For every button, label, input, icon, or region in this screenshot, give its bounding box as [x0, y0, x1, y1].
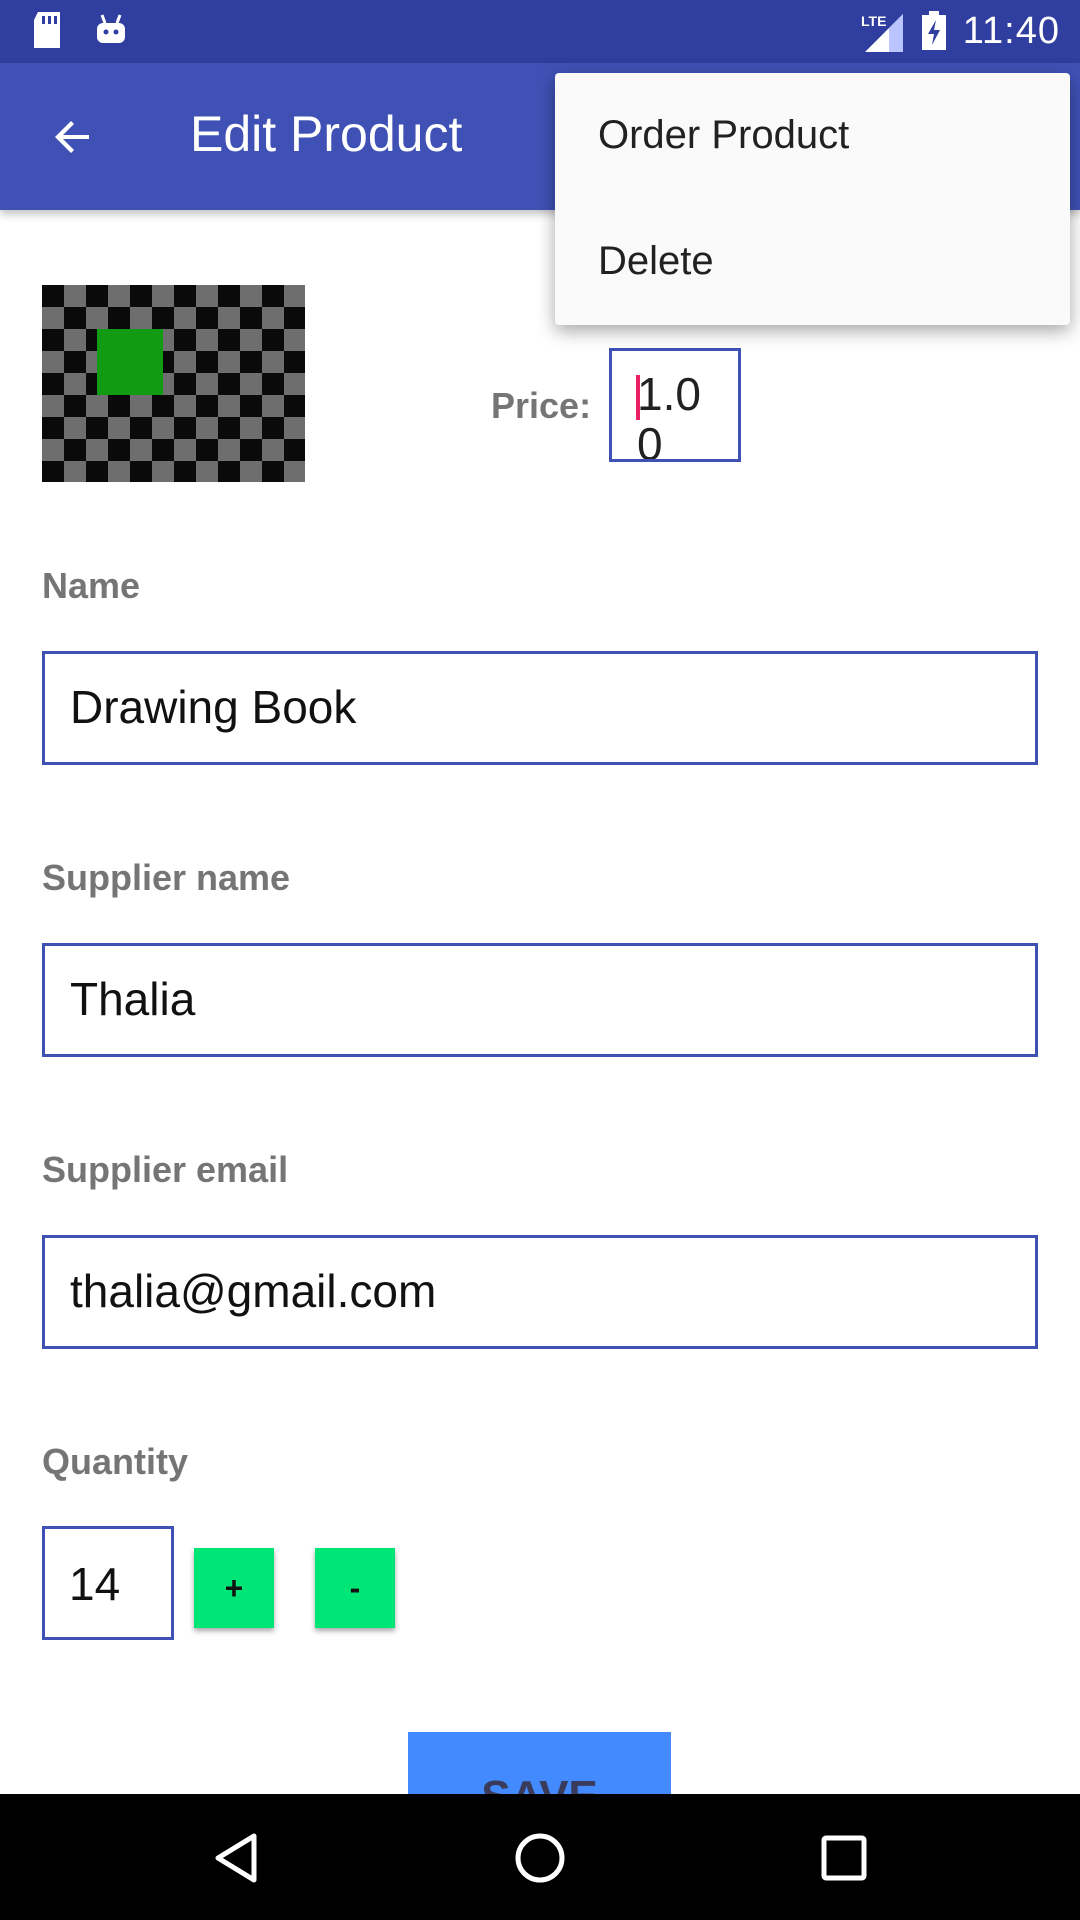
menu-item-label: Order Product [598, 113, 850, 157]
lte-signal-icon: LTE [859, 8, 905, 54]
navigation-bar [0, 1794, 1080, 1920]
price-value: 1.0 0 [637, 368, 701, 462]
name-input[interactable]: Drawing Book [42, 651, 1038, 765]
nav-home-button[interactable] [504, 1822, 576, 1894]
home-circle-icon [515, 1833, 565, 1883]
supplier-name-input[interactable]: Thalia [42, 943, 1038, 1057]
screen: LTE 11:40 Edit Product Price: 1.0 0 Name… [0, 0, 1080, 1920]
page-title: Edit Product [190, 106, 463, 162]
recents-square-icon [821, 1835, 867, 1881]
supplier-email-label: Supplier email [42, 1149, 289, 1190]
status-bar: LTE 11:40 [0, 0, 1080, 63]
price-label: Price: [491, 385, 592, 426]
nav-back-button[interactable] [200, 1822, 272, 1894]
menu-item-delete[interactable]: Delete [555, 199, 1070, 325]
sd-card-icon [30, 10, 64, 50]
lte-text: LTE [861, 13, 886, 29]
product-image[interactable] [42, 285, 305, 482]
text-cursor [636, 375, 640, 420]
increment-button[interactable]: + [194, 1548, 274, 1628]
quantity-label: Quantity [42, 1441, 189, 1482]
nav-recents-button[interactable] [808, 1822, 880, 1894]
back-triangle-icon [215, 1833, 257, 1883]
supplier-email-input[interactable]: thalia@gmail.com [42, 1235, 1038, 1349]
status-clock: 11:40 [962, 9, 1060, 52]
status-right-icons: LTE 11:40 [859, 8, 1060, 54]
quantity-input[interactable]: 14 [42, 1526, 174, 1640]
supplier-name-value: Thalia [70, 973, 196, 1025]
supplier-name-label: Supplier name [42, 857, 291, 898]
name-value: Drawing Book [70, 681, 357, 733]
quantity-value: 14 [69, 1558, 121, 1610]
decrement-button[interactable]: - [315, 1548, 395, 1628]
menu-item-label: Delete [598, 239, 714, 283]
name-label: Name [42, 565, 141, 606]
arrow-back-icon [55, 121, 89, 153]
battery-charging-icon [921, 11, 947, 51]
status-left-icons [30, 10, 128, 50]
menu-item-order-product[interactable]: Order Product [555, 73, 1070, 199]
supplier-email-value: thalia@gmail.com [70, 1265, 437, 1317]
overflow-menu: Order Product Delete [555, 73, 1070, 325]
back-button[interactable] [28, 101, 118, 173]
checkerboard-placeholder-image [42, 285, 305, 482]
price-input[interactable]: 1.0 0 [609, 348, 741, 462]
android-icon [94, 13, 128, 47]
